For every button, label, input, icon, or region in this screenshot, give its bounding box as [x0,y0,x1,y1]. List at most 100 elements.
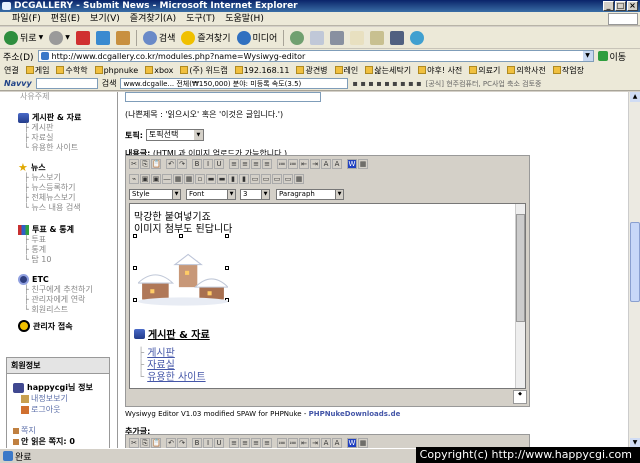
back-button[interactable]: 뒤로 ▼ [2,29,45,47]
sidebar-item[interactable]: ├ 전체뉴스보기 [24,193,118,203]
align-center-icon[interactable]: ≡ [240,159,250,169]
resize-handle[interactable] [133,298,137,302]
outdent-icon[interactable]: ⇤ [299,438,309,448]
underline-icon[interactable]: U [214,159,224,169]
image-icon[interactable]: ▣ [140,174,150,184]
resize-handle[interactable] [133,266,137,270]
snow-house-image[interactable] [138,252,228,308]
mail-button[interactable] [308,29,326,47]
editor-scrollbar[interactable] [515,204,525,388]
unordered-list-icon[interactable]: ≔ [288,438,298,448]
bold-icon[interactable]: B [192,159,202,169]
delete-col-icon[interactable]: ▮ [239,174,249,184]
sidebar-item[interactable]: ├ 게시판 [24,123,118,133]
minimize-button[interactable]: _ [603,1,614,11]
sidebar-item[interactable]: ├ 관리자에게 연락 [24,295,118,305]
bold-icon[interactable]: B [192,438,202,448]
sidebar-item[interactable]: ├ 뉴스등록하기 [24,183,118,193]
split-col-icon[interactable]: ▭ [283,174,293,184]
credit-link[interactable]: PHPNukeDownloads.de [309,410,401,418]
font-color-icon[interactable]: A [321,159,331,169]
discuss-button[interactable] [368,29,386,47]
research-button[interactable] [388,29,406,47]
justify-icon[interactable]: ≡ [262,438,272,448]
ordered-list-icon[interactable]: ≔ [277,159,287,169]
table-icon[interactable]: ▦ [358,159,368,169]
menu-tools[interactable]: 도구(T) [186,12,215,25]
editor-inner-link[interactable]: 게시판 [147,348,175,359]
insert-col-icon[interactable]: ▮ [228,174,238,184]
logout-link[interactable]: 로그아웃 [21,404,109,415]
indent-icon[interactable]: ⇥ [310,159,320,169]
undo-icon[interactable]: ↶ [166,438,176,448]
menu-favorites[interactable]: 즐겨찾기(A) [130,12,176,25]
history-button[interactable] [288,29,306,47]
format-select[interactable]: Paragraph ▼ [276,189,344,200]
navvy-search-button[interactable]: 검색 [102,78,117,89]
copy-icon[interactable]: ⎘ [140,159,150,169]
word-clean-icon[interactable]: W [347,159,357,169]
table-insert-icon[interactable]: ▦ [173,174,183,184]
size-select[interactable]: 3 ▼ [240,189,270,200]
sidebar-item[interactable]: ├ 뉴스보기 [24,173,118,183]
address-input[interactable]: http://www.dcgallery.co.kr/modules.php?n… [37,50,594,62]
link-item[interactable]: 게임 [25,65,49,76]
subject-input[interactable] [125,92,321,102]
menu-edit[interactable]: 편집(E) [51,12,80,25]
split-icon[interactable]: ▭ [261,174,271,184]
forward-button[interactable]: ▼ [47,29,72,47]
align-center-icon[interactable]: ≡ [240,438,250,448]
indent-icon[interactable]: ⇥ [310,438,320,448]
copy-icon[interactable]: ⎘ [140,438,150,448]
topic-select[interactable]: 토픽선택 ▼ [145,129,204,141]
redo-icon[interactable]: ↷ [177,438,187,448]
search-button[interactable]: 검색 [141,29,178,47]
table-props-icon[interactable]: ▦ [184,174,194,184]
link-item[interactable]: 야후! 사전 [418,65,462,76]
link-item[interactable]: 작업장 [552,65,584,76]
sidebar-item[interactable]: ├ 통계 [24,245,118,255]
editor-inner-link[interactable]: 자료실 [147,360,175,371]
word-clean-icon[interactable]: W [347,438,357,448]
go-button[interactable]: 이동 [597,50,626,63]
unordered-list-icon[interactable]: ≔ [288,159,298,169]
highlight-icon[interactable]: A [332,159,342,169]
cut-icon[interactable]: ✂ [129,159,139,169]
navvy-headline[interactable]: [공식] 현주컴퓨터, PC사업 축소 검토중 [426,79,542,89]
navvy-search-input[interactable] [35,78,98,89]
font-color-icon[interactable]: A [321,438,331,448]
refresh-button[interactable] [94,29,112,47]
menu-file[interactable]: 파일(F) [12,12,41,25]
sidebar-item[interactable]: ├ 투표 [24,235,118,245]
sidebar-item[interactable]: ├ 친구에게 추천하기 [24,285,118,295]
editor-inner-link[interactable]: 유용한 사이트 [147,372,205,383]
italic-icon[interactable]: I [203,159,213,169]
link-item[interactable]: 192.168.11 [234,66,289,75]
insert-row-icon[interactable]: ▬ [206,174,216,184]
italic-icon[interactable]: I [203,438,213,448]
sidebar-item[interactable]: ├ 자료실 [24,133,118,143]
style-select[interactable]: Style ▼ [129,189,181,200]
sidebar-item[interactable]: └ 탑 10 [24,255,118,265]
font-select[interactable]: Font ▼ [186,189,236,200]
undo-icon[interactable]: ↶ [166,159,176,169]
align-left-icon[interactable]: ≡ [229,159,239,169]
menu-help[interactable]: 도움말(H) [225,12,264,25]
align-right-icon[interactable]: ≡ [251,438,261,448]
link-item[interactable]: (주) 위드캡 [180,65,228,76]
resize-handle[interactable] [133,234,137,238]
sidebar-cut-item[interactable]: 사유주제 [20,92,117,101]
guidelines-icon[interactable]: ▦ [294,174,304,184]
edit-button[interactable] [348,29,366,47]
address-dropdown-icon[interactable]: ▼ [582,51,593,61]
paste-icon[interactable]: 📋 [151,438,161,448]
editor-area[interactable]: 막강한 붙여넣기죠 이미지 첨부도 된답니다 게시판 & 자료 ├ 게시판 ├ … [129,203,526,389]
media-button[interactable]: 미디어 [235,29,280,47]
highlight-icon[interactable]: A [332,438,342,448]
delete-row-icon[interactable]: ▬ [217,174,227,184]
merge-down-icon[interactable]: ▭ [272,174,282,184]
redo-icon[interactable]: ↷ [177,159,187,169]
sidebar-item[interactable]: └ 유용한 사이트 [24,143,118,153]
image-upload-icon[interactable]: ▣ [151,174,161,184]
sidebar-item[interactable]: └ 회원리스트 [24,305,118,315]
